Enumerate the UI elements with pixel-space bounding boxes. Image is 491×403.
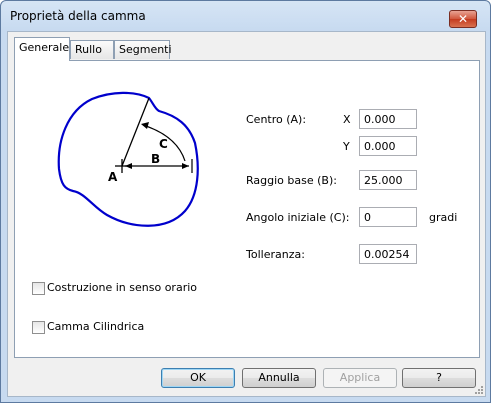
centro-label: Centro (A): — [246, 113, 307, 126]
tab-panel-generale: A B C Centro (A): X Y Raggio base (B): A… — [14, 60, 480, 358]
annulla-button[interactable]: Annulla — [242, 368, 316, 388]
resize-grip[interactable] — [474, 385, 484, 395]
cam-profile — [57, 91, 199, 227]
label-a: A — [108, 170, 118, 184]
tolleranza-field[interactable] — [359, 244, 417, 264]
angolo-unit: gradi — [429, 211, 458, 224]
label-c: C — [159, 137, 168, 151]
centro-x-field[interactable] — [359, 109, 417, 129]
angolo-iniziale-field[interactable] — [359, 207, 417, 227]
tolleranza-label: Tolleranza: — [246, 248, 305, 261]
close-button[interactable]: ✕ — [449, 10, 477, 28]
dialog-window: Proprietà della camma ✕ Generale Rullo S… — [0, 0, 491, 403]
help-button[interactable]: ? — [402, 368, 476, 388]
cilindrica-label[interactable]: Camma Cilindrica — [47, 320, 144, 333]
arrow-c — [141, 122, 149, 129]
cam-diagram: A B C — [57, 91, 199, 227]
dialog-client: Generale Rullo Segmenti A B C Centro (A)… — [7, 31, 486, 397]
cilindrica-checkbox[interactable] — [32, 321, 45, 334]
window-title: Proprietà della camma — [10, 9, 146, 23]
x-label: X — [343, 113, 351, 126]
tab-generale[interactable]: Generale — [14, 37, 70, 61]
y-label: Y — [343, 140, 350, 153]
raggio-label: Raggio base (B): — [246, 174, 337, 187]
label-b: B — [151, 152, 160, 166]
title-bar[interactable]: Proprietà della camma ✕ — [1, 1, 490, 31]
raggio-base-field[interactable] — [359, 170, 417, 190]
close-icon: ✕ — [457, 12, 469, 26]
ok-button[interactable]: OK — [161, 368, 235, 388]
centro-y-field[interactable] — [359, 136, 417, 156]
tab-rullo[interactable]: Rullo — [70, 40, 114, 59]
arrow-b-right — [182, 163, 189, 169]
arrow-b-left — [125, 163, 132, 169]
angolo-label: Angolo iniziale (C): — [246, 211, 350, 224]
tab-segmenti[interactable]: Segmenti — [114, 40, 172, 59]
applica-button: Applica — [323, 368, 397, 388]
start-radius-line — [121, 97, 150, 167]
orario-checkbox[interactable] — [32, 282, 45, 295]
orario-label[interactable]: Costruzione in senso orario — [47, 281, 197, 294]
